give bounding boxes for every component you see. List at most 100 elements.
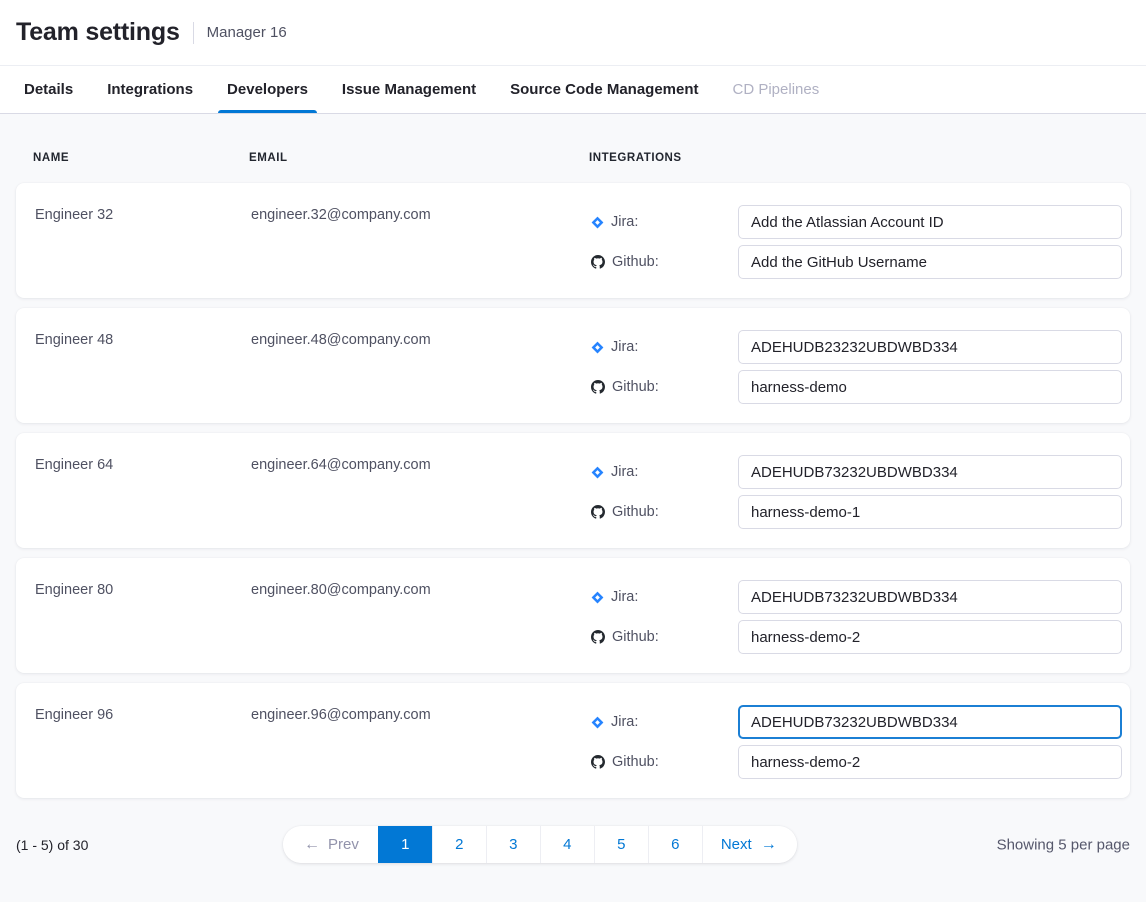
jira-input[interactable] <box>738 330 1122 364</box>
jira-label: Jira: <box>591 589 738 605</box>
per-page-text: Showing 5 per page <box>997 836 1130 853</box>
tab-integrations[interactable]: Integrations <box>107 66 193 113</box>
github-icon <box>591 505 605 519</box>
pager: ← Prev 1 2 3 4 5 6 Next → <box>283 826 797 863</box>
github-input[interactable] <box>738 620 1122 654</box>
github-input[interactable] <box>738 495 1122 529</box>
jira-input[interactable] <box>738 205 1122 239</box>
integrations-cell: Jira: Github: <box>591 455 1122 529</box>
jira-input[interactable] <box>738 455 1122 489</box>
page-button-3[interactable]: 3 <box>486 826 540 863</box>
jira-row: Jira: <box>591 455 1122 489</box>
page-title: Team settings <box>16 18 180 47</box>
github-label: Github: <box>591 629 738 645</box>
table-row: Engineer 64 engineer.64@company.com Jira… <box>16 433 1130 548</box>
tab-details[interactable]: Details <box>24 66 73 113</box>
github-label: Github: <box>591 379 738 395</box>
next-button[interactable]: Next → <box>702 826 797 863</box>
github-label-text: Github: <box>612 629 659 645</box>
tab-bar: Details Integrations Developers Issue Ma… <box>0 66 1146 114</box>
title-divider <box>193 22 194 44</box>
engineer-email: engineer.96@company.com <box>251 705 591 779</box>
jira-label-text: Jira: <box>611 339 638 355</box>
table-row: Engineer 32 engineer.32@company.com Jira… <box>16 183 1130 298</box>
integrations-cell: Jira: Github: <box>591 205 1122 279</box>
tab-cd-pipelines: CD Pipelines <box>733 66 820 113</box>
page-subtitle: Manager 16 <box>207 24 287 41</box>
github-input[interactable] <box>738 745 1122 779</box>
jira-label: Jira: <box>591 339 738 355</box>
table-row: Engineer 80 engineer.80@company.com Jira… <box>16 558 1130 673</box>
jira-icon <box>591 341 604 354</box>
github-icon <box>591 255 605 269</box>
page-button-2[interactable]: 2 <box>432 826 486 863</box>
integrations-cell: Jira: Github: <box>591 580 1122 654</box>
jira-row: Jira: <box>591 205 1122 239</box>
jira-label-text: Jira: <box>611 464 638 480</box>
github-row: Github: <box>591 620 1122 654</box>
github-label-text: Github: <box>612 504 659 520</box>
github-label: Github: <box>591 754 738 770</box>
integrations-cell: Jira: Github: <box>591 705 1122 779</box>
engineer-email: engineer.48@company.com <box>251 330 591 404</box>
prev-button[interactable]: ← Prev <box>283 826 378 863</box>
engineer-email: engineer.32@company.com <box>251 205 591 279</box>
github-row: Github: <box>591 245 1122 279</box>
engineer-name: Engineer 48 <box>35 330 251 404</box>
github-row: Github: <box>591 370 1122 404</box>
github-row: Github: <box>591 745 1122 779</box>
engineer-email: engineer.80@company.com <box>251 580 591 654</box>
github-icon <box>591 755 605 769</box>
column-header-email: EMAIL <box>249 152 589 164</box>
table-row: Engineer 96 engineer.96@company.com Jira… <box>16 683 1130 798</box>
jira-icon <box>591 716 604 729</box>
tab-source-code-management[interactable]: Source Code Management <box>510 66 698 113</box>
jira-label: Jira: <box>591 214 738 230</box>
github-label-text: Github: <box>612 379 659 395</box>
engineer-name: Engineer 64 <box>35 455 251 529</box>
integrations-cell: Jira: Github: <box>591 330 1122 404</box>
jira-label-text: Jira: <box>611 714 638 730</box>
table-row: Engineer 48 engineer.48@company.com Jira… <box>16 308 1130 423</box>
tab-developers[interactable]: Developers <box>227 66 308 113</box>
table-column-headers: NAME EMAIL INTEGRATIONS <box>16 114 1130 164</box>
github-input[interactable] <box>738 245 1122 279</box>
engineer-name: Engineer 96 <box>35 705 251 779</box>
left-arrow-icon: ← <box>304 837 320 853</box>
engineer-email: engineer.64@company.com <box>251 455 591 529</box>
jira-label-text: Jira: <box>611 214 638 230</box>
engineer-name: Engineer 80 <box>35 580 251 654</box>
github-label-text: Github: <box>612 254 659 270</box>
jira-row: Jira: <box>591 580 1122 614</box>
jira-input-focused[interactable] <box>738 705 1122 739</box>
tab-issue-management[interactable]: Issue Management <box>342 66 476 113</box>
page-button-4[interactable]: 4 <box>540 826 594 863</box>
jira-icon <box>591 216 604 229</box>
jira-icon <box>591 466 604 479</box>
developers-panel: NAME EMAIL INTEGRATIONS Engineer 32 engi… <box>0 114 1146 863</box>
jira-input[interactable] <box>738 580 1122 614</box>
page-button-5[interactable]: 5 <box>594 826 648 863</box>
github-label-text: Github: <box>612 754 659 770</box>
github-label: Github: <box>591 504 738 520</box>
github-row: Github: <box>591 495 1122 529</box>
github-icon <box>591 630 605 644</box>
engineer-name: Engineer 32 <box>35 205 251 279</box>
jira-label: Jira: <box>591 714 738 730</box>
page-button-6[interactable]: 6 <box>648 826 702 863</box>
jira-label: Jira: <box>591 464 738 480</box>
page-header: Team settings Manager 16 <box>0 0 1146 66</box>
prev-label: Prev <box>328 836 359 853</box>
github-input[interactable] <box>738 370 1122 404</box>
page-button-1[interactable]: 1 <box>378 826 432 863</box>
column-header-name: NAME <box>33 152 249 164</box>
pagination-bar: (1 - 5) of 30 ← Prev 1 2 3 4 5 6 Next → … <box>16 826 1130 863</box>
column-header-integrations: INTEGRATIONS <box>589 152 1130 164</box>
jira-icon <box>591 591 604 604</box>
github-label: Github: <box>591 254 738 270</box>
next-label: Next <box>721 836 752 853</box>
pagination-range: (1 - 5) of 30 <box>16 837 88 853</box>
jira-label-text: Jira: <box>611 589 638 605</box>
github-icon <box>591 380 605 394</box>
jira-row: Jira: <box>591 330 1122 364</box>
